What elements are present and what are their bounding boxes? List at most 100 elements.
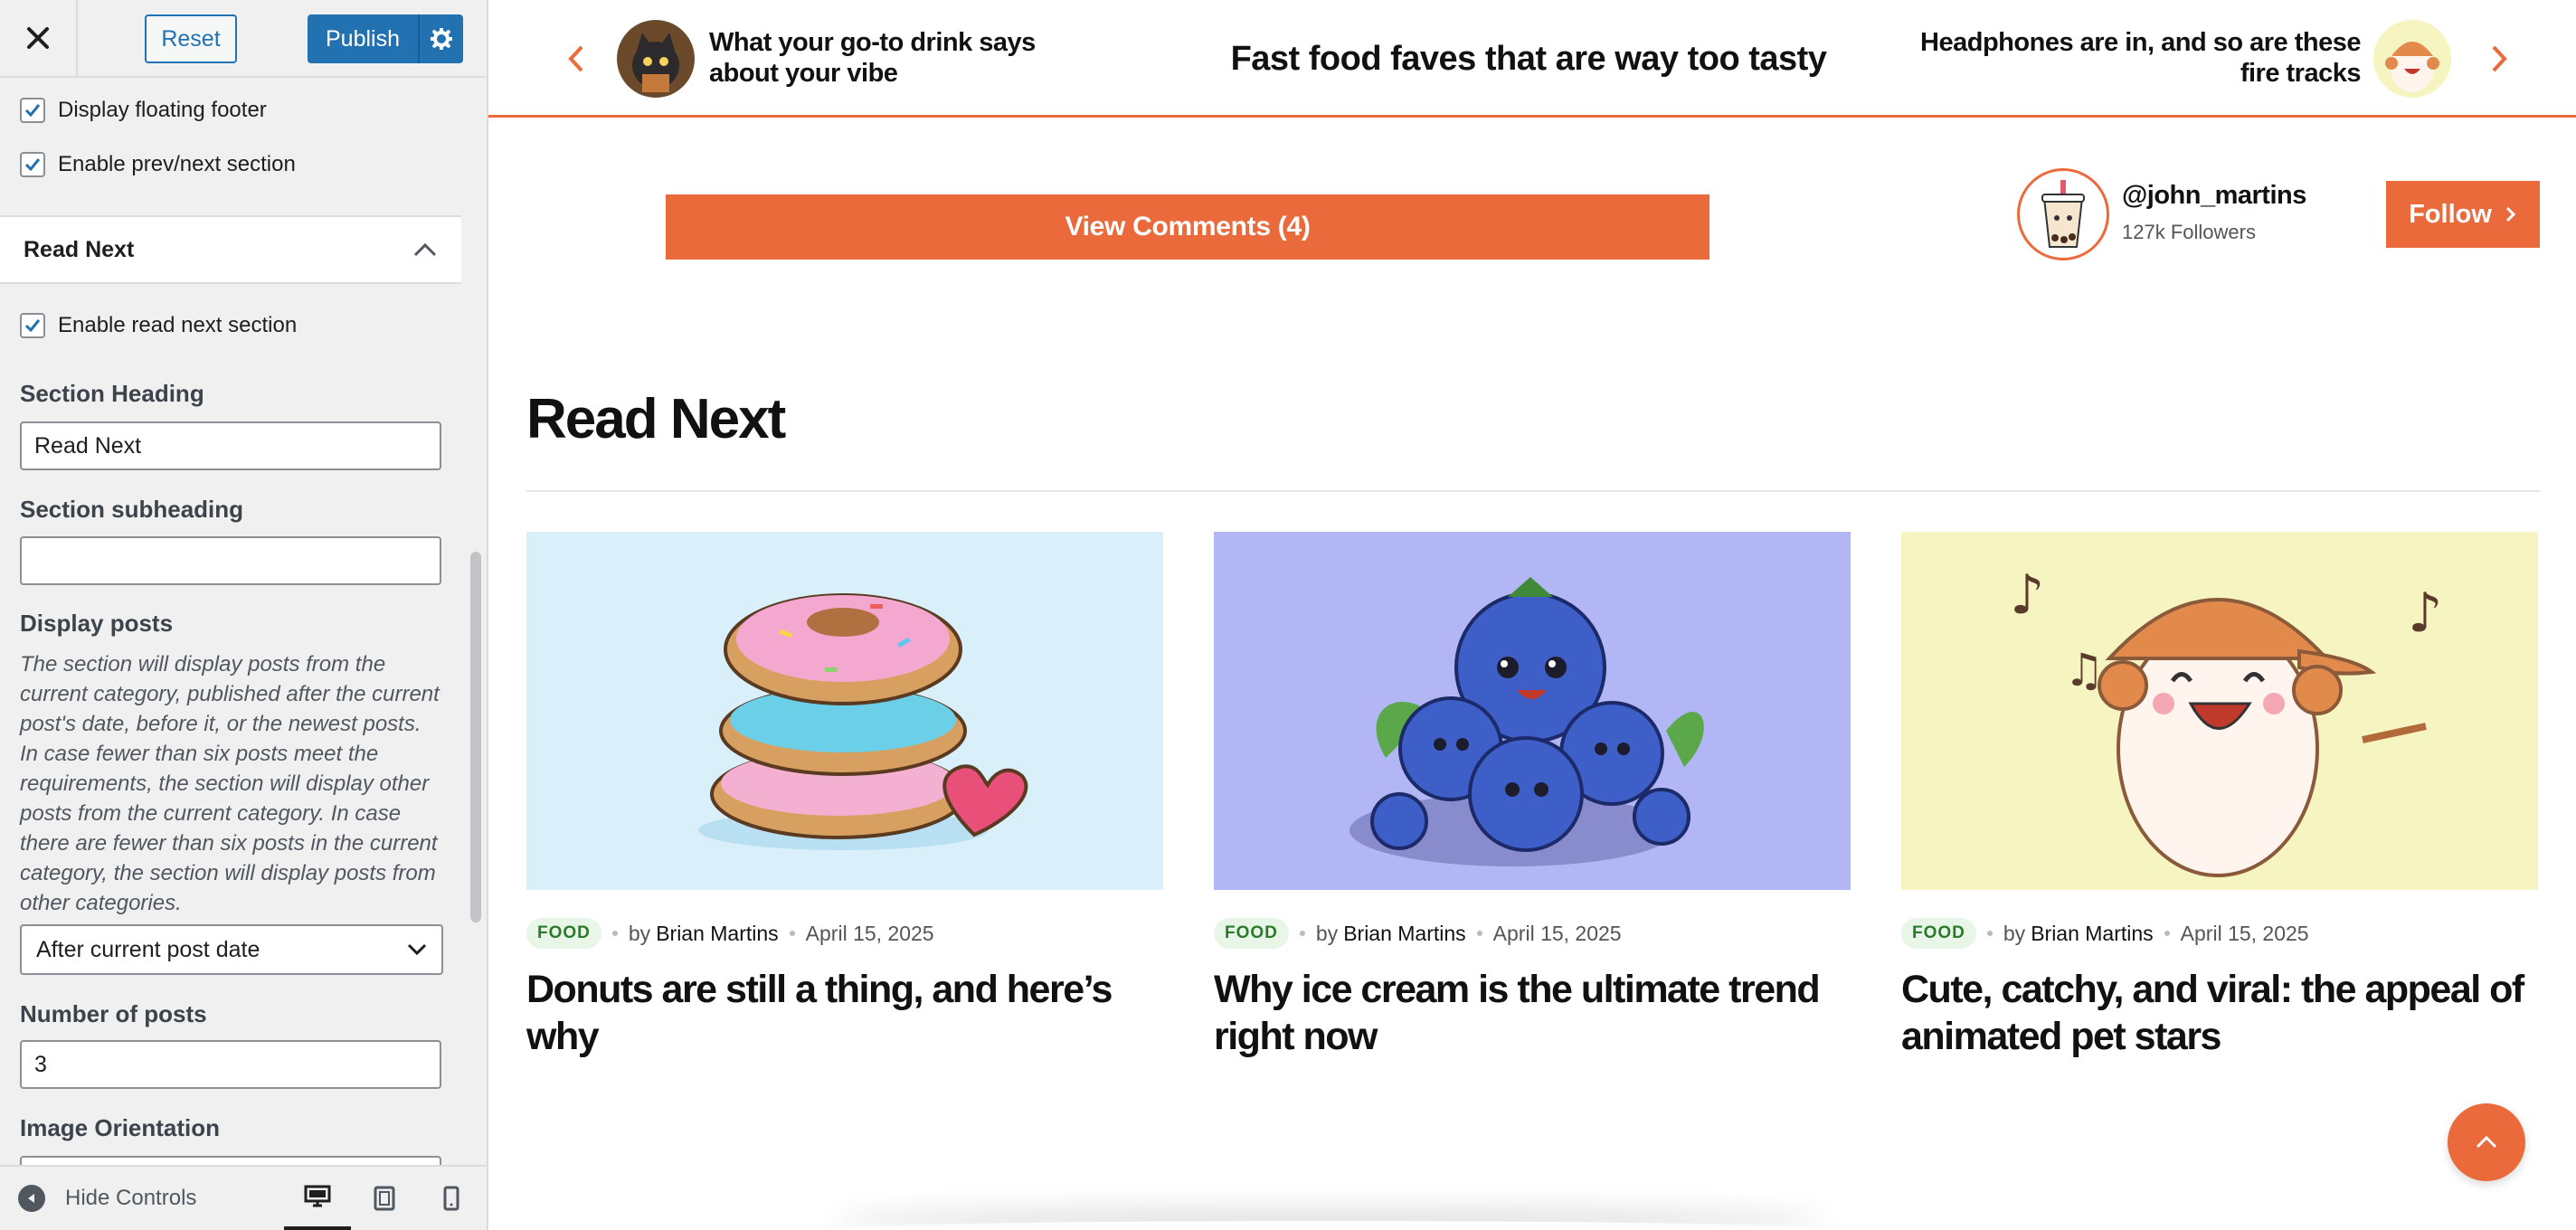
chevron-right-icon — [2505, 206, 2516, 222]
enable-prev-next-label: Enable prev/next section — [58, 152, 296, 176]
site-preview: What your go-to drink says about your vi… — [488, 0, 2576, 1230]
close-icon — [27, 27, 49, 49]
post-navigation-bar: What your go-to drink says about your vi… — [488, 0, 2576, 118]
image-orientation-select[interactable] — [20, 1156, 441, 1165]
svg-text:♫: ♫ — [2064, 644, 2105, 696]
meta-separator — [611, 931, 618, 936]
display-posts-label: Display posts — [20, 610, 174, 637]
back-to-top-button[interactable] — [2448, 1103, 2525, 1181]
hide-controls-label: Hide Controls — [65, 1186, 197, 1210]
publish-button[interactable]: Publish — [308, 14, 418, 63]
read-next-divider — [526, 490, 2540, 492]
post-card: ♪ ♪ ♫ FOOD by Brian Martins April 15, 20… — [1901, 532, 2538, 1060]
enable-read-next-checkbox[interactable] — [20, 313, 45, 338]
section-subheading-label: Section subheading — [20, 496, 244, 523]
post-date: April 15, 2025 — [1492, 921, 1622, 945]
number-of-posts-label: Number of posts — [20, 1000, 207, 1027]
post-date: April 15, 2025 — [805, 921, 934, 945]
display-posts-selected-value: After current post date — [36, 936, 260, 962]
display-floating-footer-option: Display floating footer — [20, 98, 267, 123]
mobile-icon — [443, 1186, 459, 1211]
author-avatar[interactable] — [2017, 168, 2109, 260]
section-subheading-input[interactable] — [20, 536, 441, 585]
hide-controls-button[interactable]: Hide Controls — [18, 1167, 196, 1230]
sidebar-scrollbar-thumb[interactable] — [470, 552, 481, 922]
preview-tablet-button[interactable] — [351, 1167, 418, 1230]
post-card-image[interactable]: ♪ ♪ ♫ — [1901, 532, 2538, 890]
customizer-footer: Hide Controls — [0, 1165, 487, 1230]
checkmark-icon — [24, 104, 41, 118]
post-author-link[interactable]: Brian Martins — [2031, 922, 2153, 946]
customizer-header: Reset Publish — [0, 0, 487, 78]
section-title: Read Next — [24, 236, 135, 262]
pet-headphones-illustration — [2373, 20, 2451, 98]
category-badge[interactable]: FOOD — [1901, 918, 1976, 949]
section-heading-label: Section Heading — [20, 380, 204, 407]
customizer-sidebar: Reset Publish Display floating footer En… — [0, 0, 488, 1230]
meta-separator — [2164, 931, 2170, 936]
section-heading-input[interactable]: Read Next — [20, 421, 441, 470]
next-post-arrow[interactable] — [2477, 34, 2522, 83]
display-floating-footer-checkbox[interactable] — [20, 98, 45, 123]
read-next-section-toggle[interactable]: Read Next — [0, 215, 461, 284]
follow-label: Follow — [2409, 199, 2492, 229]
number-of-posts-input[interactable]: 3 — [20, 1040, 441, 1089]
enable-prev-next-checkbox[interactable] — [20, 152, 45, 177]
preview-desktop-button[interactable] — [284, 1167, 351, 1230]
blueberries-illustration — [1214, 532, 1851, 890]
post-card-meta: FOOD by Brian Martins April 15, 2025 — [526, 917, 1163, 950]
checkmark-icon — [24, 319, 41, 333]
gear-icon — [431, 28, 452, 50]
svg-text:♪: ♪ — [2408, 582, 2442, 645]
category-badge[interactable]: FOOD — [526, 918, 601, 949]
post-card-meta: FOOD by Brian Martins April 15, 2025 — [1901, 917, 2538, 950]
post-card: FOOD by Brian Martins April 15, 2025 Don… — [526, 532, 1163, 1060]
chevron-left-icon — [568, 45, 583, 72]
floating-footer-edge — [832, 1221, 1827, 1230]
collapse-arrow-icon — [18, 1185, 45, 1212]
meta-separator — [789, 931, 795, 936]
author-followers-count: 127k Followers — [2122, 221, 2256, 243]
view-comments-button[interactable]: View Comments (4) — [666, 194, 1709, 260]
display-posts-select[interactable]: After current post date — [20, 924, 443, 975]
follow-button[interactable]: Follow — [2386, 181, 2540, 248]
publish-button-group: Publish — [308, 14, 463, 63]
post-card-image[interactable] — [526, 532, 1163, 890]
checkmark-icon — [24, 158, 41, 172]
byline-prefix: by — [1315, 921, 1339, 945]
post-card-title[interactable]: Donuts are still a thing, and here’s why — [526, 966, 1163, 1060]
post-card-meta: FOOD by Brian Martins April 15, 2025 — [1214, 917, 1851, 950]
close-customizer-button[interactable] — [0, 0, 78, 76]
animated-pet-illustration: ♪ ♪ ♫ — [1901, 532, 2538, 890]
next-post-thumbnail[interactable] — [2373, 20, 2451, 98]
author-handle[interactable]: @john_martins — [2122, 181, 2306, 211]
meta-separator — [1986, 931, 1993, 936]
preview-mobile-button[interactable] — [418, 1167, 485, 1230]
next-post-title[interactable]: Headphones are in, and so are these fire… — [1899, 27, 2361, 89]
publish-settings-button[interactable] — [418, 14, 463, 63]
post-card-image[interactable] — [1214, 532, 1851, 890]
meta-separator — [1299, 931, 1305, 936]
post-card-title[interactable]: Cute, catchy, and viral: the appeal of a… — [1901, 966, 2538, 1060]
reset-button[interactable]: Reset — [145, 14, 237, 63]
donuts-illustration — [526, 532, 1163, 890]
previous-post-title[interactable]: What your go-to drink says about your vi… — [709, 27, 1107, 89]
enable-read-next-label: Enable read next section — [58, 313, 298, 337]
chevron-up-icon — [2476, 1135, 2497, 1149]
byline-prefix: by — [628, 921, 651, 945]
category-badge[interactable]: FOOD — [1214, 918, 1289, 949]
previous-post-thumbnail[interactable] — [617, 20, 695, 98]
post-card: FOOD by Brian Martins April 15, 2025 Why… — [1214, 532, 1851, 1060]
current-post-title: Fast food faves that are way too tasty — [1230, 40, 1827, 78]
post-author-link[interactable]: Brian Martins — [1343, 922, 1465, 946]
previous-post-arrow[interactable] — [554, 34, 599, 83]
bubble-tea-avatar-icon — [2041, 180, 2085, 248]
desktop-icon — [304, 1185, 331, 1207]
post-author-link[interactable]: Brian Martins — [656, 922, 778, 946]
post-card-title[interactable]: Why ice cream is the ultimate trend righ… — [1214, 966, 1851, 1060]
display-floating-footer-label: Display floating footer — [58, 98, 267, 122]
enable-read-next-option: Enable read next section — [20, 313, 297, 338]
enable-prev-next-option: Enable prev/next section — [20, 152, 296, 177]
chevron-up-icon — [413, 242, 437, 257]
meta-separator — [1476, 931, 1482, 936]
